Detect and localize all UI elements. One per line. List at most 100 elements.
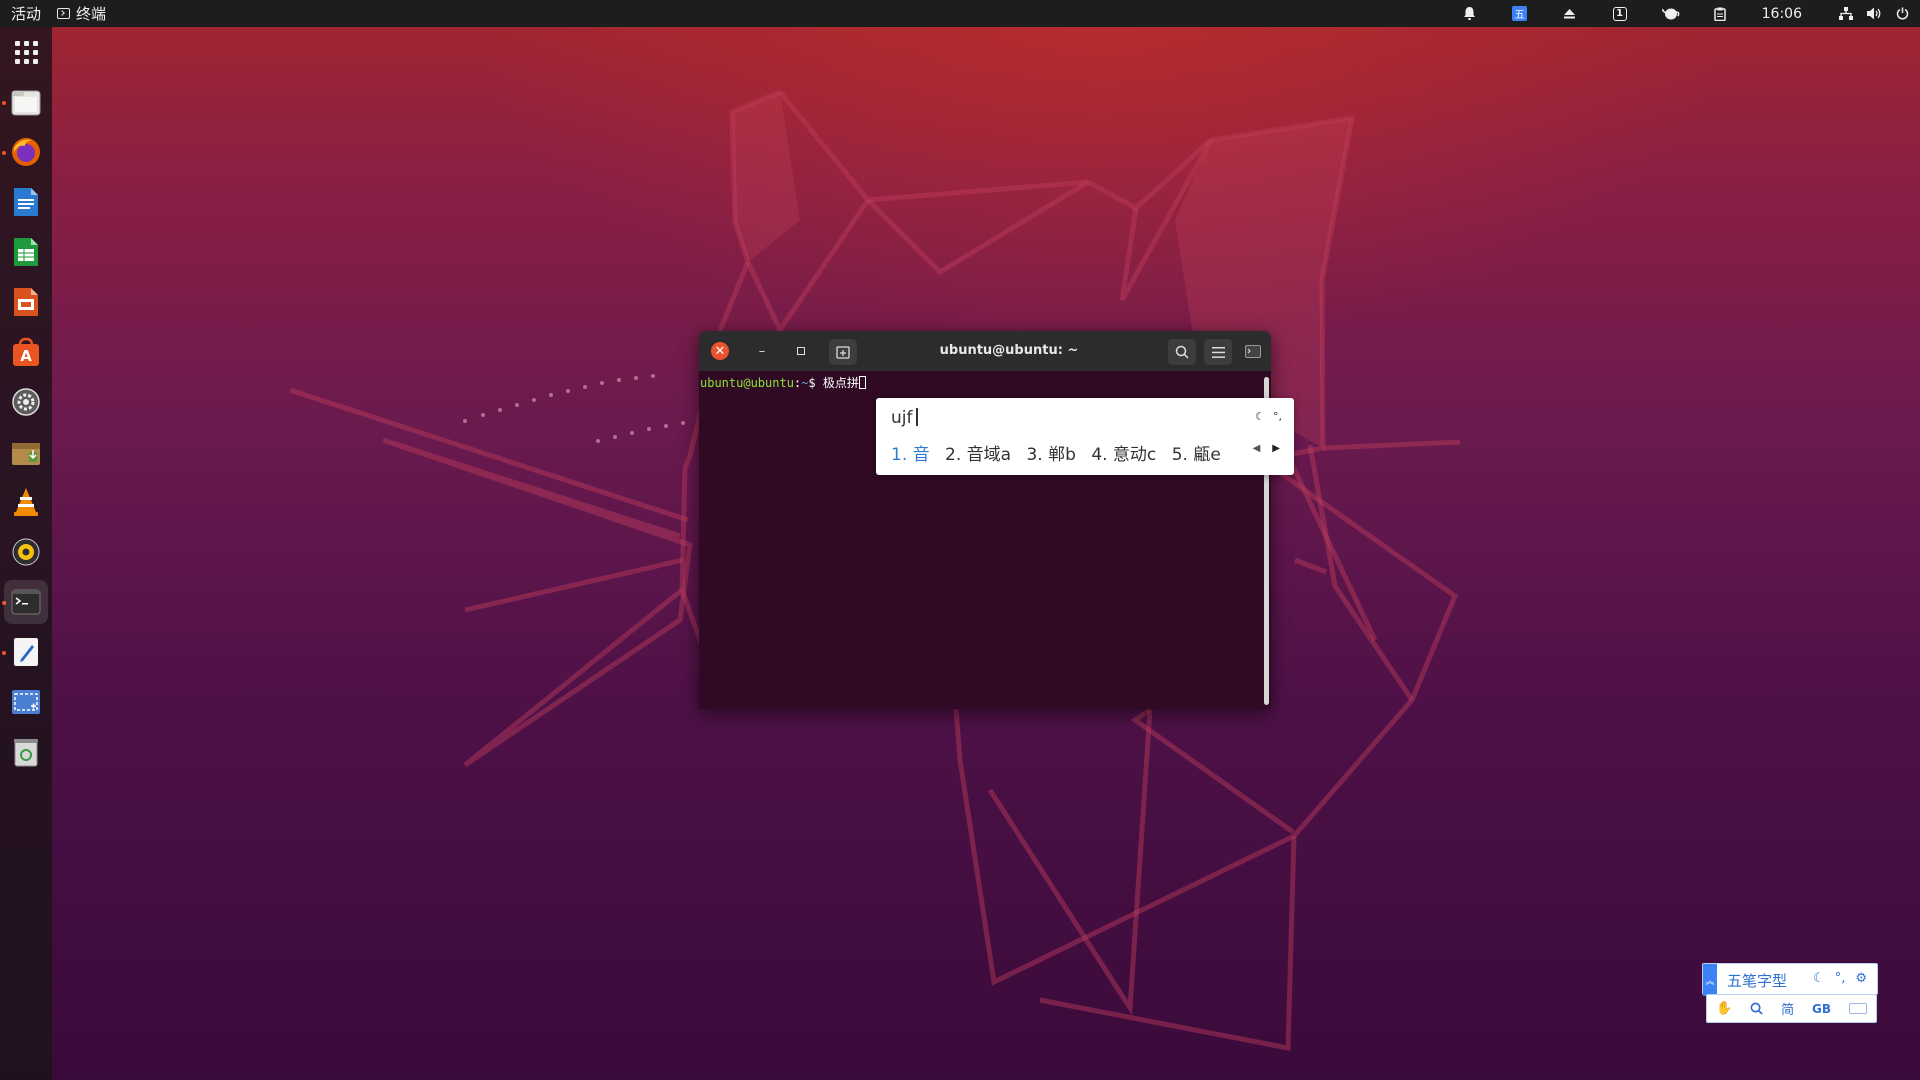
system-tray: 五 1 16:06 (1460, 0, 1920, 27)
ime-candidate[interactable]: 2. 音域a (945, 445, 1011, 465)
network-icon[interactable] (1836, 0, 1856, 27)
teapot-icon[interactable] (1660, 0, 1682, 27)
power-icon[interactable] (1892, 0, 1912, 27)
ime-engine-name[interactable]: 五笔字型 (1727, 970, 1787, 991)
ime-bar-icons: ☾ °, ⚙ (1813, 971, 1867, 986)
ime-icon[interactable]: 五 (1510, 0, 1530, 27)
software-store-icon: A (13, 337, 39, 366)
moon-icon[interactable]: ☾ (1813, 971, 1825, 986)
prompt-symbol: $ (808, 376, 816, 390)
files-icon (11, 90, 41, 116)
clock[interactable]: 16:06 (1762, 6, 1802, 22)
minimize-button[interactable]: – (750, 339, 774, 363)
punctuation-icon[interactable]: °, (1273, 410, 1282, 423)
ime-badge: 五 (1512, 6, 1528, 21)
hamburger-icon (1211, 346, 1225, 358)
ime-status-bar: ︽ 五笔字型 ☾ °, ⚙ ✋ 简 GB (1702, 963, 1878, 1023)
bell-icon[interactable] (1460, 0, 1480, 27)
hamburger-menu-button[interactable] (1204, 339, 1232, 365)
ime-page-nav: ◀ ▶ (1253, 443, 1280, 454)
prompt-user: ubuntu@ubuntu (700, 376, 794, 390)
ime-caret (916, 408, 918, 426)
activities-button[interactable]: 活动 (0, 3, 55, 24)
keyboard-icon[interactable] (1848, 1003, 1867, 1014)
dock-firefox[interactable] (4, 130, 48, 174)
ime-candidate[interactable]: 5. 甂e (1172, 445, 1221, 465)
impress-icon (14, 288, 38, 316)
dock-writer[interactable] (4, 180, 48, 224)
text-editor-icon (14, 638, 38, 666)
close-button[interactable]: ✕ (711, 342, 729, 360)
workspace-icon[interactable]: 1 (1610, 0, 1630, 27)
ime-mode-toggle[interactable]: 简 (1781, 999, 1794, 1018)
moon-icon[interactable]: ☾ (1255, 410, 1265, 423)
ime-candidate[interactable]: 1. 音 (891, 445, 930, 465)
ime-preedit: ujf (891, 408, 918, 428)
svg-text:A: A (20, 347, 32, 365)
ime-bar-handle[interactable]: ︽ (1703, 964, 1717, 996)
clipboard-icon[interactable] (1710, 0, 1730, 27)
gear-icon[interactable]: ⚙ (1855, 971, 1867, 986)
search-button[interactable] (1168, 339, 1196, 365)
writer-icon (14, 188, 38, 216)
maximize-icon (797, 347, 805, 355)
hand-icon[interactable]: ✋ (1716, 1001, 1732, 1016)
dock-files[interactable] (4, 80, 48, 124)
terminal-small-icon (57, 8, 71, 19)
maximize-button[interactable] (789, 339, 813, 363)
dock-trash[interactable] (4, 730, 48, 774)
dock-settings[interactable] (4, 380, 48, 424)
typed-input: 极点拼 (822, 376, 859, 390)
dock-screenshot[interactable] (4, 680, 48, 724)
app-grid-icon (14, 40, 38, 64)
dock-software[interactable]: A (4, 330, 48, 374)
ime-popup-status: ☾ °, (1255, 410, 1282, 423)
dock: A (0, 27, 52, 1080)
screenshot-icon (12, 690, 40, 714)
dock-archive-manager[interactable] (4, 430, 48, 474)
dock-calc[interactable] (4, 230, 48, 274)
settings-icon (12, 388, 40, 416)
new-tab-icon (836, 345, 850, 359)
next-page-icon[interactable]: ▶ (1272, 443, 1280, 454)
calc-icon (14, 238, 38, 266)
search-icon (1175, 345, 1189, 359)
ime-candidate[interactable]: 4. 意动c (1091, 445, 1156, 465)
punctuation-icon[interactable]: °, (1835, 971, 1846, 986)
rhythmbox-icon (12, 538, 40, 566)
close-icon: ✕ (714, 343, 726, 359)
workspace-number: 1 (1612, 6, 1627, 21)
terminal-icon (11, 589, 41, 615)
ime-bar-top-row: ︽ 五笔字型 ☾ °, ⚙ (1702, 963, 1878, 996)
terminal-window[interactable]: ✕ – ubuntu@ubuntu: ~ ubuntu@ubuntu:~$ 极点… (699, 331, 1271, 709)
search-icon[interactable] (1750, 1002, 1763, 1015)
vlc-icon (14, 488, 38, 516)
trash-icon (14, 739, 38, 767)
ime-bar-bottom-row: ✋ 简 GB (1706, 994, 1877, 1023)
terminal-small-icon (1245, 344, 1261, 358)
prev-page-icon[interactable]: ◀ (1253, 443, 1261, 454)
ime-candidate[interactable]: 3. 郸b (1026, 445, 1075, 465)
ime-charset-toggle[interactable]: GB (1812, 1002, 1831, 1016)
ime-candidate-list: 1. 音 2. 音域a 3. 郸b 4. 意动c 5. 甂e (891, 440, 1231, 465)
new-tab-button[interactable] (829, 339, 857, 365)
dock-vlc[interactable] (4, 480, 48, 524)
dock-text-editor[interactable] (4, 630, 48, 674)
terminal-titlebar[interactable]: ✕ – ubuntu@ubuntu: ~ (699, 331, 1271, 371)
ime-candidate-window: ujf ☾ °, 1. 音 2. 音域a 3. 郸b 4. 意动c 5. 甂e … (876, 398, 1294, 475)
app-menu[interactable]: 终端 (55, 3, 112, 24)
app-menu-label: 终端 (76, 5, 107, 23)
dock-rhythmbox[interactable] (4, 530, 48, 574)
minimize-icon: – (758, 343, 766, 359)
dock-show-apps[interactable] (4, 30, 48, 74)
top-bar: 活动 终端 五 1 16:06 (0, 0, 1920, 27)
ime-preedit-text: ujf (891, 408, 913, 428)
archive-icon (12, 443, 40, 465)
eject-icon[interactable] (1560, 0, 1580, 27)
volume-icon[interactable] (1864, 0, 1884, 27)
terminal-profile-button[interactable] (1241, 339, 1265, 363)
dock-terminal[interactable] (4, 580, 48, 624)
cursor-block (858, 376, 866, 389)
dock-impress[interactable] (4, 280, 48, 324)
collapse-icon: ︽ (1705, 976, 1715, 987)
